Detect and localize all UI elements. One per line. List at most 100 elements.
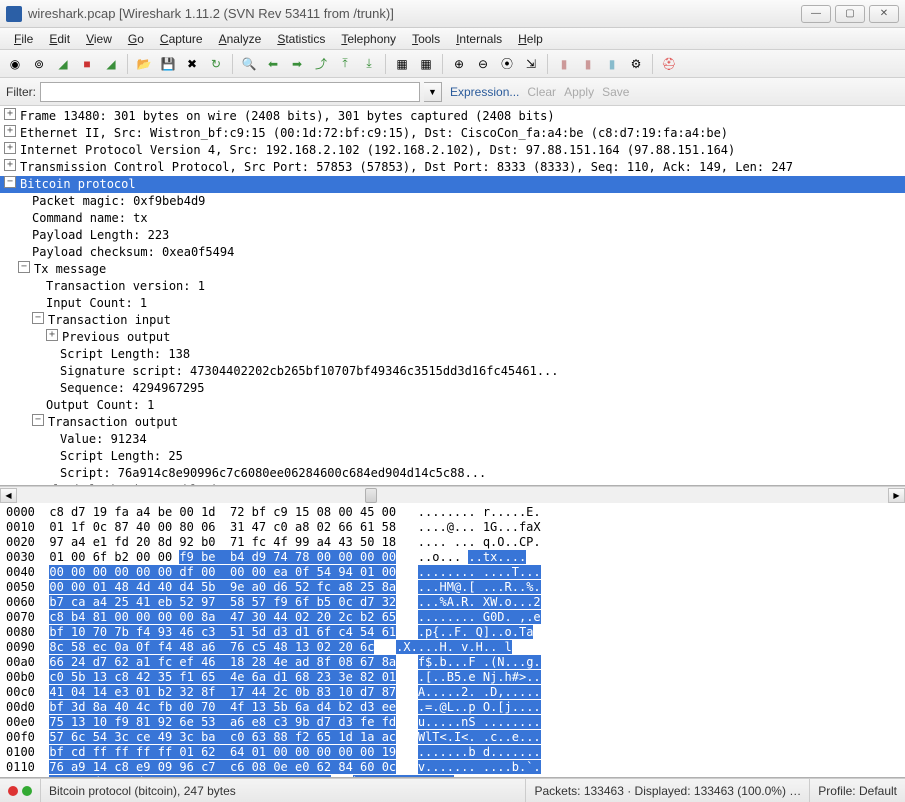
zoom-reset-icon[interactable]: ⦿	[496, 53, 518, 75]
menu-edit[interactable]: Edit	[41, 30, 78, 48]
hex-row[interactable]: 00b0 c0 5b 13 c8 42 35 f1 65 4e 6a d1 68…	[0, 670, 905, 685]
expand-icon[interactable]	[4, 159, 16, 171]
tree-txver[interactable]: Transaction version: 1	[46, 278, 205, 295]
hex-row[interactable]: 00d0 bf 3d 8a 40 4c fb d0 70 4f 13 5b 6a…	[0, 700, 905, 715]
tree-prevout[interactable]: Previous output	[62, 329, 170, 346]
tree-txout[interactable]: Transaction output	[48, 414, 178, 431]
menu-capture[interactable]: Capture	[152, 30, 211, 48]
hex-row[interactable]: 00f0 57 6c 54 3c ce 49 3c ba c0 63 88 f2…	[0, 730, 905, 745]
menu-statistics[interactable]: Statistics	[269, 30, 333, 48]
save-link[interactable]: Save	[602, 85, 629, 99]
filter-input[interactable]	[40, 82, 420, 102]
menu-go[interactable]: Go	[120, 30, 152, 48]
tree-scriptlen[interactable]: Script Length: 138	[60, 346, 190, 363]
details-scrollbar[interactable]: ◀ ▶	[0, 486, 905, 503]
tree-frame[interactable]: Frame 13480: 301 bytes on wire (2408 bit…	[20, 108, 555, 125]
minimize-button[interactable]: —	[801, 5, 831, 23]
hex-row[interactable]: 0020 97 a4 e1 fd 20 8d 92 b0 71 fc 4f 99…	[0, 535, 905, 550]
packet-details-pane[interactable]: Frame 13480: 301 bytes on wire (2408 bit…	[0, 106, 905, 486]
maximize-button[interactable]: ▢	[835, 5, 865, 23]
tree-txmsg[interactable]: Tx message	[34, 261, 106, 278]
collapse-icon[interactable]	[32, 312, 44, 324]
packet-bytes-pane[interactable]: 0000 c8 d7 19 fa a4 be 00 1d 72 bf c9 15…	[0, 503, 905, 778]
expression-link[interactable]: Expression...	[450, 85, 519, 99]
hex-row[interactable]: 0100 bf cd ff ff ff ff 01 62 64 01 00 00…	[0, 745, 905, 760]
tree-cmd[interactable]: Command name: tx	[32, 210, 148, 227]
resize-cols-icon[interactable]: ⇲	[520, 53, 542, 75]
collapse-icon[interactable]	[4, 176, 16, 188]
hex-row[interactable]: 0090 8c 58 ec 0a 0f f4 48 a6 76 c5 48 13…	[0, 640, 905, 655]
menu-internals[interactable]: Internals	[448, 30, 510, 48]
hex-row[interactable]: 00c0 41 04 14 e3 01 b2 32 8f 17 44 2c 0b…	[0, 685, 905, 700]
open-icon[interactable]: 📂	[133, 53, 155, 75]
hex-row[interactable]: 0030 01 00 6f b2 00 00 f9 be b4 d9 74 78…	[0, 550, 905, 565]
tree-value[interactable]: Value: 91234	[60, 431, 147, 448]
expand-icon[interactable]	[4, 142, 16, 154]
menu-telephony[interactable]: Telephony	[333, 30, 404, 48]
hex-row[interactable]: 0060 b7 ca a4 25 41 eb 52 97 58 57 f9 6f…	[0, 595, 905, 610]
capture-status-icon[interactable]	[22, 786, 32, 796]
scroll-left-icon[interactable]: ◀	[0, 488, 17, 503]
filter-dropdown-icon[interactable]: ▼	[424, 82, 442, 102]
hex-row[interactable]: 0040 00 00 00 00 00 00 df 00 00 00 ea 0f…	[0, 565, 905, 580]
back-icon[interactable]: ⬅	[262, 53, 284, 75]
find-icon[interactable]: 🔍	[238, 53, 260, 75]
colorize-icon[interactable]: ▦	[391, 53, 413, 75]
expand-icon[interactable]	[4, 108, 16, 120]
hex-row[interactable]: 0010 01 1f 0c 87 40 00 80 06 31 47 c0 a8…	[0, 520, 905, 535]
menu-help[interactable]: Help	[510, 30, 551, 48]
hex-row[interactable]: 00a0 66 24 d7 62 a1 fc ef 46 18 28 4e ad…	[0, 655, 905, 670]
restart-capture-icon[interactable]: ◢	[100, 53, 122, 75]
tree-outscriptlen[interactable]: Script Length: 25	[60, 448, 183, 465]
collapse-icon[interactable]	[32, 414, 44, 426]
menu-view[interactable]: View	[78, 30, 120, 48]
tree-tcp[interactable]: Transmission Control Protocol, Src Port:…	[20, 159, 793, 176]
autoscroll-icon[interactable]: ▦	[415, 53, 437, 75]
hex-row[interactable]: 00e0 75 13 10 f9 81 92 6e 53 a6 e8 c3 9b…	[0, 715, 905, 730]
zoom-out-icon[interactable]: ⊖	[472, 53, 494, 75]
tree-sigscript[interactable]: Signature script: 47304402202cb265bf1070…	[60, 363, 559, 380]
tree-pchk[interactable]: Payload checksum: 0xea0f5494	[32, 244, 234, 261]
save-icon[interactable]: 💾	[157, 53, 179, 75]
menu-analyze[interactable]: Analyze	[211, 30, 270, 48]
menu-tools[interactable]: Tools	[404, 30, 448, 48]
hex-row[interactable]: 0070 c8 b4 81 00 00 00 00 8a 47 30 44 02…	[0, 610, 905, 625]
tree-ethernet[interactable]: Ethernet II, Src: Wistron_bf:c9:15 (00:1…	[20, 125, 728, 142]
tree-outcount[interactable]: Output Count: 1	[46, 397, 154, 414]
zoom-in-icon[interactable]: ⊕	[448, 53, 470, 75]
tree-outscript[interactable]: Script: 76a914c8e90996c7c6080ee06284600c…	[60, 465, 486, 482]
status-profile[interactable]: Profile: Default	[810, 779, 905, 802]
hex-row[interactable]: 0080 bf 10 70 7b f4 93 46 c3 51 5d d3 d1…	[0, 625, 905, 640]
close-file-icon[interactable]: ✖	[181, 53, 203, 75]
clear-link[interactable]: Clear	[527, 85, 556, 99]
tree-magic[interactable]: Packet magic: 0xf9beb4d9	[32, 193, 205, 210]
tree-txin[interactable]: Transaction input	[48, 312, 171, 329]
expand-icon[interactable]	[46, 329, 58, 341]
interfaces-icon[interactable]: ◉	[4, 53, 26, 75]
status-proto[interactable]: Bitcoin protocol (bitcoin), 247 bytes	[41, 779, 526, 802]
expert-info-icon[interactable]	[8, 786, 18, 796]
coloring-rules-icon[interactable]: ▮	[601, 53, 623, 75]
hex-row[interactable]: 0000 c8 d7 19 fa a4 be 00 1d 72 bf c9 15…	[0, 505, 905, 520]
hex-row[interactable]: 0050 00 00 01 48 4d 40 d4 5b 9e a0 d6 52…	[0, 580, 905, 595]
display-filters-icon[interactable]: ▮	[577, 53, 599, 75]
status-packets[interactable]: Packets: 133463 · Displayed: 133463 (100…	[526, 779, 810, 802]
capture-filters-icon[interactable]: ▮	[553, 53, 575, 75]
apply-link[interactable]: Apply	[564, 85, 594, 99]
last-icon[interactable]: ⤓	[358, 53, 380, 75]
tree-plen[interactable]: Payload Length: 223	[32, 227, 169, 244]
prefs-icon[interactable]: ⚙	[625, 53, 647, 75]
collapse-icon[interactable]	[18, 261, 30, 273]
menu-file[interactable]: File	[6, 30, 41, 48]
scroll-right-icon[interactable]: ▶	[888, 488, 905, 503]
scroll-thumb[interactable]	[365, 488, 377, 503]
close-button[interactable]: ✕	[869, 5, 899, 23]
scroll-track[interactable]	[17, 488, 888, 503]
tree-ip[interactable]: Internet Protocol Version 4, Src: 192.16…	[20, 142, 735, 159]
tree-incount[interactable]: Input Count: 1	[46, 295, 147, 312]
forward-icon[interactable]: ➡	[286, 53, 308, 75]
help-icon[interactable]: ⛑	[658, 53, 680, 75]
stop-capture-icon[interactable]: ■	[76, 53, 98, 75]
options-icon[interactable]: ⊚	[28, 53, 50, 75]
expand-icon[interactable]	[4, 125, 16, 137]
